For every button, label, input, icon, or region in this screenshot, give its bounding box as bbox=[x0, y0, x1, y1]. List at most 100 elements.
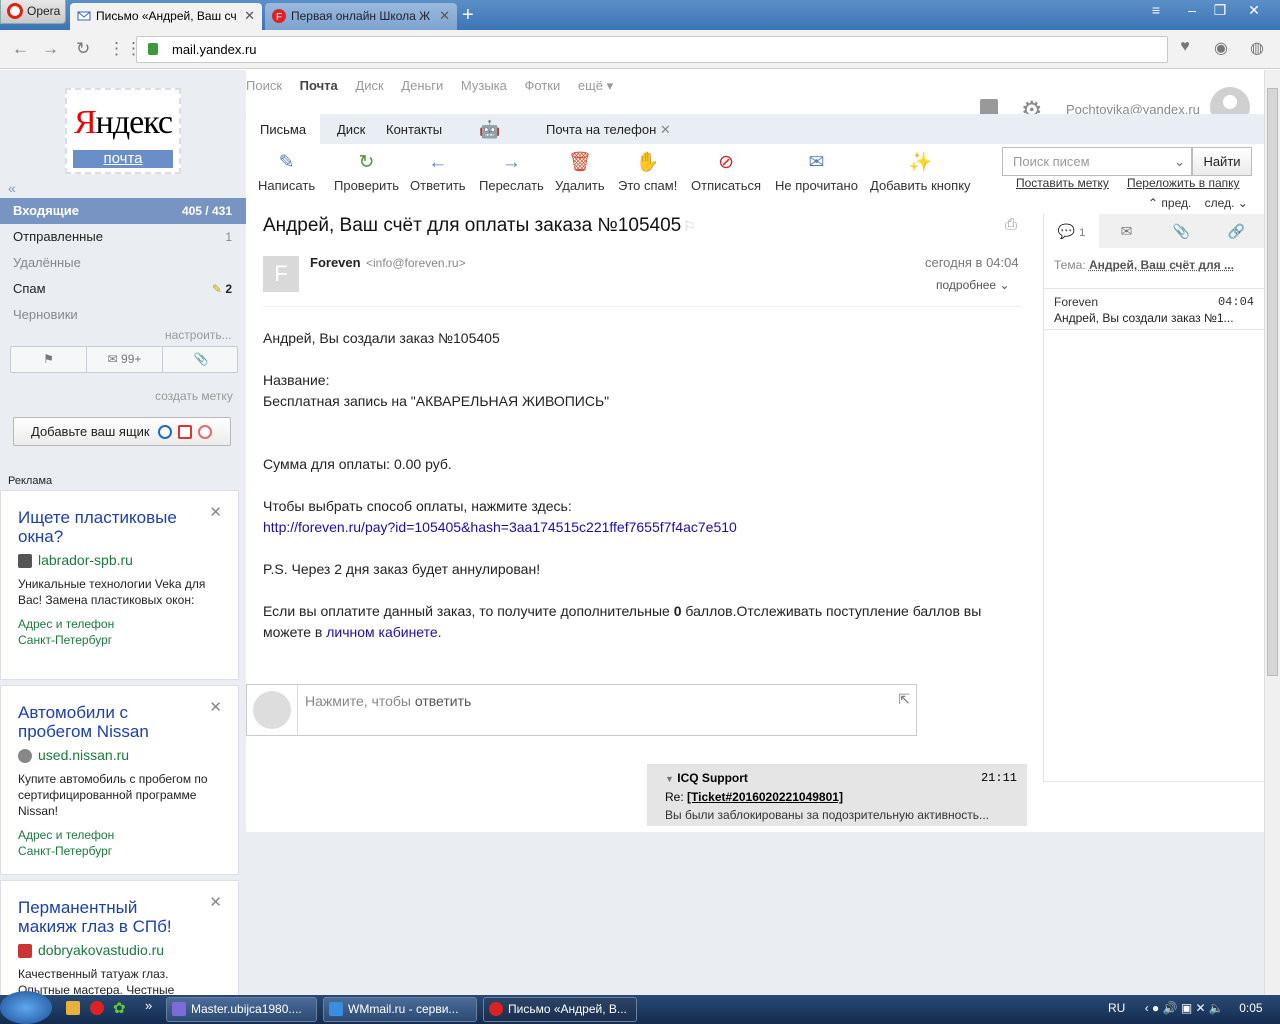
opera-menu-button[interactable]: Opera bbox=[0, 0, 66, 24]
thread-message[interactable]: Foreven 04:04 Андрей, Вы создали заказ №… bbox=[1044, 288, 1264, 330]
ad-card[interactable]: Перманентный макияж глаз в СПб! dobryako… bbox=[0, 880, 239, 995]
cabinet-link[interactable]: личном кабинете bbox=[326, 624, 437, 640]
account-icon[interactable]: ◍ bbox=[1244, 38, 1270, 62]
start-button[interactable] bbox=[0, 991, 52, 1024]
payment-link[interactable]: http://foreven.ru/pay?id=105405&hash=3aa… bbox=[263, 519, 737, 535]
folder-drafts[interactable]: Черновики bbox=[0, 302, 246, 328]
android-icon[interactable]: 🤖 bbox=[479, 114, 500, 144]
nav-search[interactable]: Поиск bbox=[246, 78, 282, 93]
forward-button[interactable]: → Переслать bbox=[479, 152, 544, 193]
configure-link[interactable]: настроить... bbox=[165, 328, 232, 342]
thread-tab[interactable]: 💬 1 bbox=[1044, 214, 1099, 248]
details-toggle[interactable]: подробнее ⌄ bbox=[936, 278, 1010, 292]
broom-icon[interactable]: ✎ bbox=[212, 282, 222, 296]
folder-inbox[interactable]: Входящие 405 / 431 bbox=[0, 198, 246, 224]
ad-domain[interactable]: dobryakovastudio.ru bbox=[18, 942, 221, 958]
new-tab-button[interactable]: + bbox=[462, 4, 474, 26]
ad-card[interactable]: Ищете пластиковые окна? labrador-spb.ru … bbox=[0, 490, 239, 680]
taskbar-item[interactable]: WMmail.ru - серви... bbox=[323, 997, 477, 1022]
ad-title[interactable]: Автомобили с пробегом Nissan bbox=[18, 703, 188, 741]
thread-theme[interactable]: Тема: Андрей, Ваш счёт для ... bbox=[1054, 258, 1234, 272]
search-input[interactable]: Поиск писем ⌄ bbox=[1002, 147, 1192, 176]
envelope-icon[interactable]: ✉ bbox=[1099, 214, 1154, 248]
tab-disk[interactable]: Диск bbox=[337, 114, 365, 144]
ad-domain[interactable]: used.nissan.ru bbox=[18, 747, 221, 763]
language-indicator[interactable]: RU bbox=[1108, 1001, 1125, 1015]
nav-more[interactable]: ещё ▾ bbox=[578, 78, 613, 93]
next-link[interactable]: след. ⌄ bbox=[1205, 196, 1248, 210]
set-label-link[interactable]: Поставить метку bbox=[1016, 176, 1109, 190]
icq-icon[interactable]: ✿ bbox=[113, 999, 126, 1017]
opera-link-icon[interactable]: ◉ bbox=[1208, 38, 1234, 62]
close-tab-icon[interactable]: ✕ bbox=[244, 3, 255, 29]
tab-mobile-mail[interactable]: Почта на телефон ✕ bbox=[546, 114, 671, 144]
attachment-icon[interactable]: 📎 bbox=[1154, 214, 1209, 248]
sender-email[interactable]: <info@foreven.ru> bbox=[366, 256, 466, 270]
tab-contacts[interactable]: Контакты bbox=[386, 114, 442, 144]
nav-money[interactable]: Деньги bbox=[401, 78, 443, 93]
close-window-button[interactable]: ✕ bbox=[1240, 0, 1268, 20]
tray-icons[interactable]: ‹ ● 🔊 ▣ ✕ 🔈 bbox=[1145, 1001, 1224, 1015]
sender-name[interactable]: Foreven bbox=[310, 255, 361, 270]
ad-title[interactable]: Ищете пластиковые окна? bbox=[18, 508, 221, 546]
clock[interactable]: 0:05 bbox=[1239, 1001, 1262, 1015]
mark-unread-button[interactable]: ✉ Не прочитано bbox=[775, 152, 858, 193]
delete-button[interactable]: 🗑 Удалить bbox=[555, 152, 605, 193]
reply-button[interactable]: ← Ответить bbox=[410, 152, 466, 193]
tab-menu-icon[interactable]: ≡ bbox=[1142, 0, 1170, 20]
tab-letters[interactable]: Письма bbox=[246, 114, 321, 144]
nav-disk[interactable]: Диск bbox=[355, 78, 383, 93]
prev-link[interactable]: ⌃ пред. bbox=[1148, 196, 1191, 210]
more-icon[interactable]: » bbox=[145, 998, 152, 1013]
move-to-folder-link[interactable]: Переложить в папку bbox=[1127, 176, 1240, 190]
scrollbar-thumb[interactable] bbox=[1267, 88, 1278, 676]
add-mailbox-button[interactable]: Добавьте ваш ящик bbox=[13, 417, 231, 446]
ad-contact[interactable]: Адрес и телефон Санкт-Петербург bbox=[18, 827, 221, 859]
bookmark-heart-icon[interactable]: ♥ bbox=[1172, 38, 1198, 62]
unread-filter-button[interactable]: ✉ 99+ bbox=[87, 347, 163, 372]
search-button[interactable]: Найти bbox=[1192, 147, 1252, 176]
flag-filter-icon[interactable]: ⚑ bbox=[11, 347, 87, 372]
compose-button[interactable]: ✎ Написать bbox=[258, 152, 315, 193]
folder-spam[interactable]: Спам ✎ 2 bbox=[0, 276, 246, 302]
add-button[interactable]: ✨ Добавить кнопку bbox=[870, 152, 971, 193]
nav-mail[interactable]: Почта bbox=[300, 78, 338, 93]
ad-contact[interactable]: Адрес и телефон Санкт-Петербург bbox=[18, 616, 221, 648]
unsubscribe-button[interactable]: ⊘ Отписаться bbox=[691, 152, 761, 193]
print-icon[interactable]: ⎙ bbox=[1005, 216, 1017, 233]
quick-reply-box[interactable]: Нажмите, чтобы ответить ⇱ bbox=[246, 684, 917, 736]
close-icon[interactable]: ✕ bbox=[209, 698, 222, 716]
ad-title[interactable]: Перманентный макияж глаз в СПб! bbox=[18, 898, 193, 936]
url-field[interactable]: mail.yandex.ru bbox=[136, 36, 1168, 63]
media-icon[interactable] bbox=[66, 1001, 80, 1015]
ad-domain[interactable]: labrador-spb.ru bbox=[18, 552, 221, 568]
thread-item[interactable]: ▼ ICQ Support 21:11 Re: [Ticket#20160202… bbox=[647, 764, 1027, 826]
attachment-filter-icon[interactable]: 📎 bbox=[163, 347, 239, 372]
link-icon[interactable]: 🔗 bbox=[1209, 214, 1264, 248]
yandex-icon[interactable] bbox=[90, 1001, 104, 1015]
yandex-mail-logo[interactable]: Яндекс почта bbox=[65, 88, 181, 174]
forward-icon[interactable]: → bbox=[42, 39, 59, 59]
maximize-button[interactable]: ❐ bbox=[1206, 0, 1234, 20]
spam-button[interactable]: ✋ Это спам! bbox=[618, 152, 677, 193]
nav-photos[interactable]: Фотки bbox=[525, 78, 561, 93]
tab-school[interactable]: F Первая онлайн Школа Ж ✕ bbox=[265, 3, 457, 30]
folder-sent[interactable]: Отправленные 1 bbox=[0, 224, 246, 250]
taskbar-item-active[interactable]: Письмо «Андрей, В... bbox=[483, 997, 637, 1022]
close-icon[interactable]: ✕ bbox=[209, 893, 222, 911]
expand-icon[interactable]: ⇱ bbox=[898, 691, 910, 708]
nav-music[interactable]: Музыка bbox=[461, 78, 507, 93]
taskbar-item[interactable]: Master.ubijca1980.... bbox=[166, 997, 317, 1022]
ad-card[interactable]: Автомобили с пробегом Nissan used.nissan… bbox=[0, 685, 239, 875]
folder-deleted[interactable]: Удалённые bbox=[0, 250, 246, 276]
collapse-icon[interactable]: « bbox=[8, 180, 16, 196]
close-tab-icon[interactable]: ✕ bbox=[439, 3, 450, 29]
check-mail-button[interactable]: ↻ Проверить bbox=[334, 152, 399, 193]
page-scrollbar[interactable] bbox=[1264, 70, 1280, 995]
create-label-link[interactable]: создать метку bbox=[155, 389, 233, 403]
flag-icon[interactable]: ⚐ bbox=[683, 218, 696, 235]
back-icon[interactable]: ← bbox=[12, 39, 29, 59]
close-icon[interactable]: ✕ bbox=[209, 503, 222, 521]
tab-mail[interactable]: Письмо «Андрей, Ваш сч ✕ bbox=[70, 3, 262, 30]
minimize-button[interactable]: – bbox=[1178, 0, 1206, 20]
